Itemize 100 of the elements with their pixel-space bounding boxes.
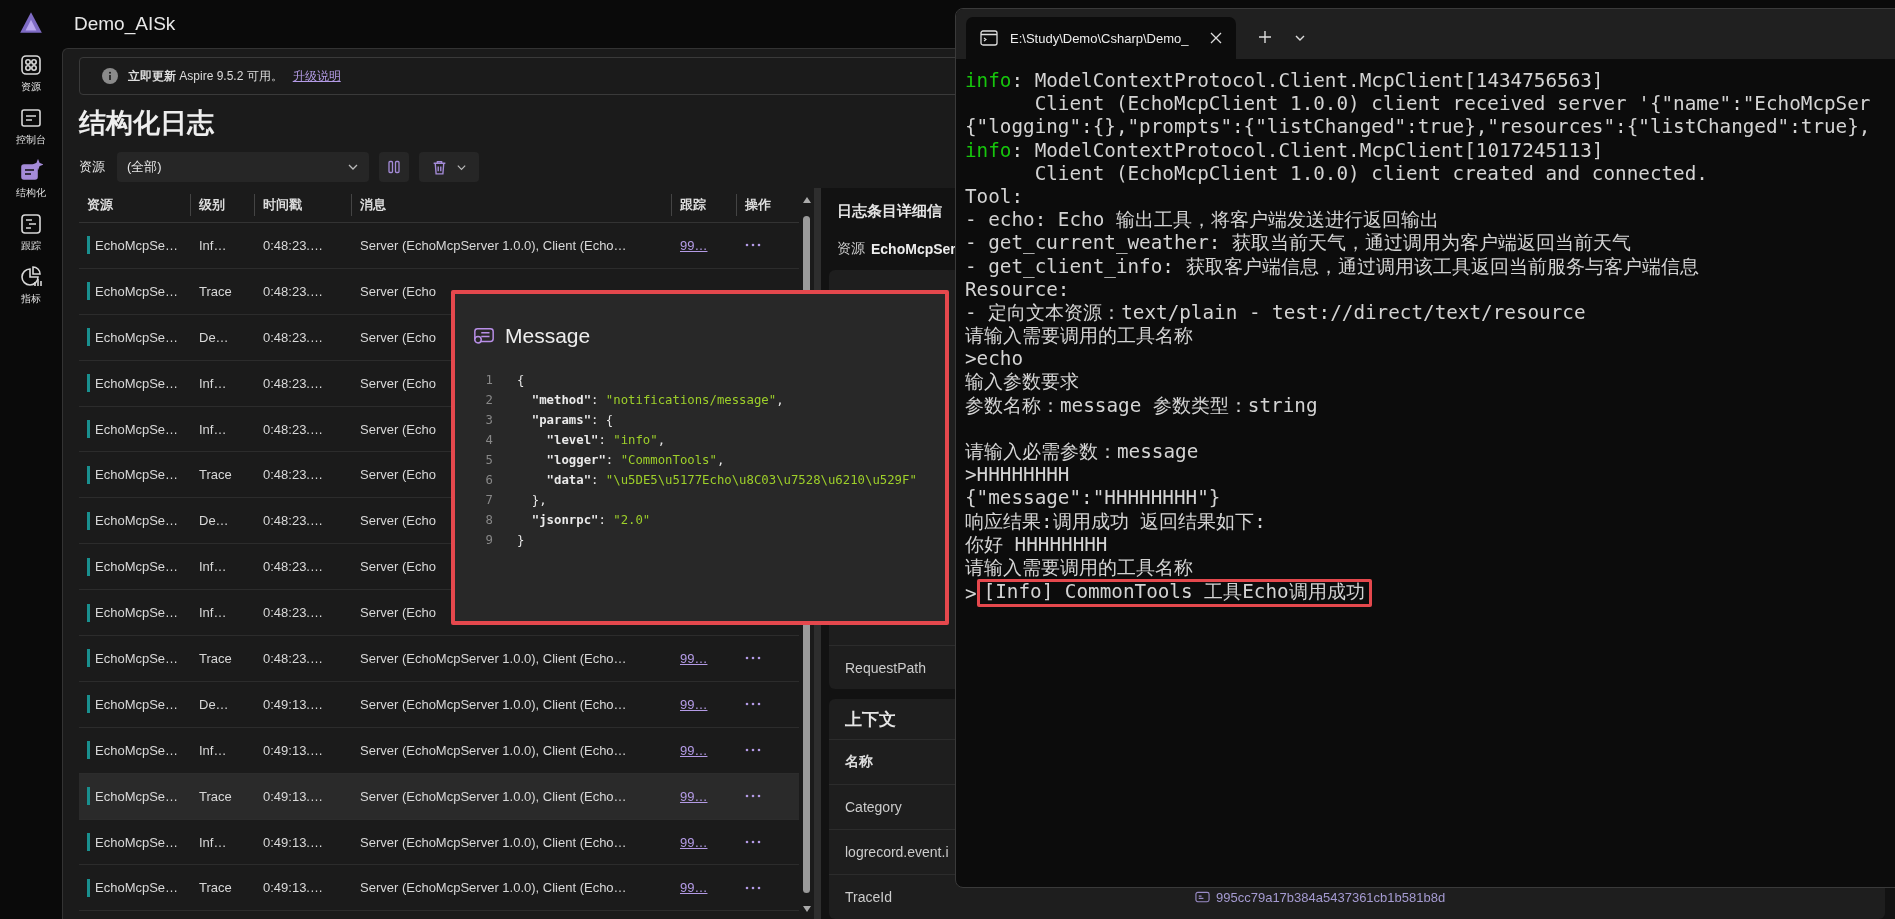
table-cell: Inf…	[199, 605, 227, 621]
table-cell: 0:49:13.…	[263, 880, 323, 896]
table-cell: Trace	[199, 880, 232, 896]
line-number: 3	[484, 413, 494, 427]
table-cell: 0:48:23.…	[263, 329, 323, 345]
table-cell: Server (Echo	[360, 513, 436, 529]
column-header: 名称	[845, 753, 873, 771]
terminal-line: {"message":"HHHHHHHH"}	[965, 486, 1222, 510]
popup-title: Message	[505, 324, 591, 348]
table-cell: Trace	[199, 650, 232, 666]
terminal-line: - 定向文本资源：text/plain - test://direct/text/resource	[965, 300, 1587, 325]
page-title: 结构化日志	[79, 107, 214, 140]
highlighted-output: [Info] CommonTools 工具Echo调用成功	[976, 579, 1372, 608]
table-cell: 0:48:23.…	[263, 467, 323, 483]
terminal-line: - get_current_weather: 获取当前天气，通过调用为客户端返回当前天气	[965, 231, 1632, 255]
table-cell: Trace	[199, 788, 232, 804]
terminal-line: - get_client_info: 获取客户端信息，通过调用该工具返回当前服务与客户端信息	[965, 254, 1700, 278]
line-number: 6	[484, 473, 494, 487]
table-cell: 0:48:23.…	[263, 421, 323, 437]
table-cell: EchoMcpSe…	[95, 283, 179, 299]
details-resource-value: EchoMcpSer	[871, 241, 956, 258]
table-cell: Trace	[199, 283, 232, 299]
table-cell: 0:48:23.…	[263, 513, 323, 529]
table-cell: De…	[199, 329, 229, 345]
table-cell: Server (EchoMcpServer 1.0.0), Client (Echo…	[360, 237, 627, 253]
terminal-line: Client (EchoMcpClient 1.0.0) client received server '{"name":"EchoMcpSer	[1033, 92, 1872, 116]
property-name: Category	[845, 799, 903, 815]
table-cell: EchoMcpSe…	[95, 834, 179, 850]
line-number: 2	[484, 393, 494, 407]
table-cell: EchoMcpSe…	[95, 513, 179, 529]
terminal-line: Tool:	[965, 184, 1025, 209]
terminal-line: >echo	[965, 347, 1025, 371]
table-cell: EchoMcpSe…	[95, 788, 179, 804]
table-cell: Inf…	[199, 375, 227, 391]
terminal-line: {"logging":{},"prompts":{"listChanged":true},"resources":{"listChanged":true},	[965, 115, 1872, 139]
table-cell: De…	[199, 513, 229, 529]
app-title: Demo_AISk	[74, 13, 176, 35]
table-cell: Inf…	[199, 237, 227, 253]
table-cell: EchoMcpSe…	[95, 375, 179, 391]
code-line: "logger": "CommonTools",	[545, 453, 725, 467]
table-cell: Server (EchoMcpServer 1.0.0), Client (Echo…	[360, 742, 627, 758]
table-cell: EchoMcpSe…	[95, 605, 179, 621]
table-cell: Server (EchoMcpServer 1.0.0), Client (Echo…	[360, 880, 627, 896]
terminal-line: 请输入需要调用的工具名称	[965, 555, 1194, 580]
table-cell: Server (Echo	[360, 283, 436, 299]
terminal-line: 响应结果:调用成功 返回结果如下:	[965, 509, 1267, 533]
filter-label: 资源	[79, 158, 105, 176]
details-title: 日志条目详细信	[837, 201, 942, 221]
code-line: "jsonrpc": "2.0"	[530, 513, 651, 527]
table-cell: Server (Echo	[360, 559, 436, 575]
property-name: RequestPath	[845, 659, 926, 676]
code-line: }	[517, 533, 525, 547]
table-cell: 0:48:23.…	[263, 237, 323, 253]
line-number: 4	[484, 433, 494, 447]
table-cell: EchoMcpSe…	[95, 696, 179, 712]
details-resource-label: 资源	[837, 240, 865, 259]
table-cell: 0:48:23.…	[263, 375, 323, 391]
table-cell: Inf…	[199, 834, 227, 850]
terminal-line: - echo: Echo 输出工具，将客户端发送进行返回输出	[965, 208, 1440, 232]
code-line: "method": "notifications/message",	[530, 393, 784, 407]
terminal-line: 请输入需要调用的工具名称	[965, 324, 1194, 348]
property-value: 995cc79a17b384a5437361cb1b581b8d	[1216, 889, 1446, 905]
terminal-line: 参数名称：message 参数类型：string	[965, 393, 1319, 417]
table-cell: EchoMcpSe…	[95, 421, 179, 437]
line-number: 5	[484, 453, 494, 467]
table-cell: Server (Echo	[360, 375, 436, 391]
table-cell: 0:48:23.…	[263, 559, 323, 575]
table-cell: Server (Echo	[360, 467, 436, 483]
line-number: 9	[484, 533, 494, 547]
table-cell: 0:49:13.…	[263, 696, 323, 712]
property-name: TraceId	[845, 889, 893, 905]
table-cell: EchoMcpSe…	[95, 880, 179, 896]
prompt-symbol: >	[965, 581, 977, 605]
table-cell: EchoMcpSe…	[95, 467, 179, 483]
table-cell: Server (Echo	[360, 421, 436, 437]
table-cell: Server (Echo	[360, 605, 436, 621]
notice-text: 立即更新 Aspire 9.5.2 可用。	[128, 67, 283, 85]
table-cell: Server (Echo	[360, 329, 436, 345]
table-cell: Server (EchoMcpServer 1.0.0), Client (Echo…	[360, 696, 627, 712]
table-cell: De…	[199, 696, 229, 712]
line-number: 1	[484, 373, 494, 387]
table-cell: Trace	[199, 467, 232, 483]
table-cell: 0:49:13.…	[263, 834, 323, 850]
table-cell: 0:48:23.…	[263, 605, 323, 621]
table-cell: Inf…	[199, 559, 227, 575]
table-cell: Server (EchoMcpServer 1.0.0), Client (Echo…	[360, 788, 627, 804]
table-cell: EchoMcpSe…	[95, 650, 179, 666]
table-cell: EchoMcpSe…	[95, 742, 179, 758]
terminal-line: info: ModelContextProtocol.Client.McpClient[1017245113]	[965, 138, 1605, 162]
terminal-line: 请输入必需参数：message	[965, 440, 1200, 464]
table-cell: Server (EchoMcpServer 1.0.0), Client (Echo…	[360, 650, 627, 666]
table-cell: Server (EchoMcpServer 1.0.0), Client (Echo…	[360, 834, 627, 850]
code-line: "params": {	[530, 413, 614, 427]
terminal-line: Resource:	[965, 277, 1070, 301]
table-cell: Inf…	[199, 421, 227, 437]
table-cell: 0:49:13.…	[263, 788, 323, 804]
terminal-line: info: ModelContextProtocol.Client.McpClient[1434756563]	[965, 69, 1605, 93]
table-cell: EchoMcpSe…	[95, 559, 179, 575]
terminal-line: 输入参数要求	[965, 370, 1080, 394]
table-cell: EchoMcpSe…	[95, 237, 179, 253]
